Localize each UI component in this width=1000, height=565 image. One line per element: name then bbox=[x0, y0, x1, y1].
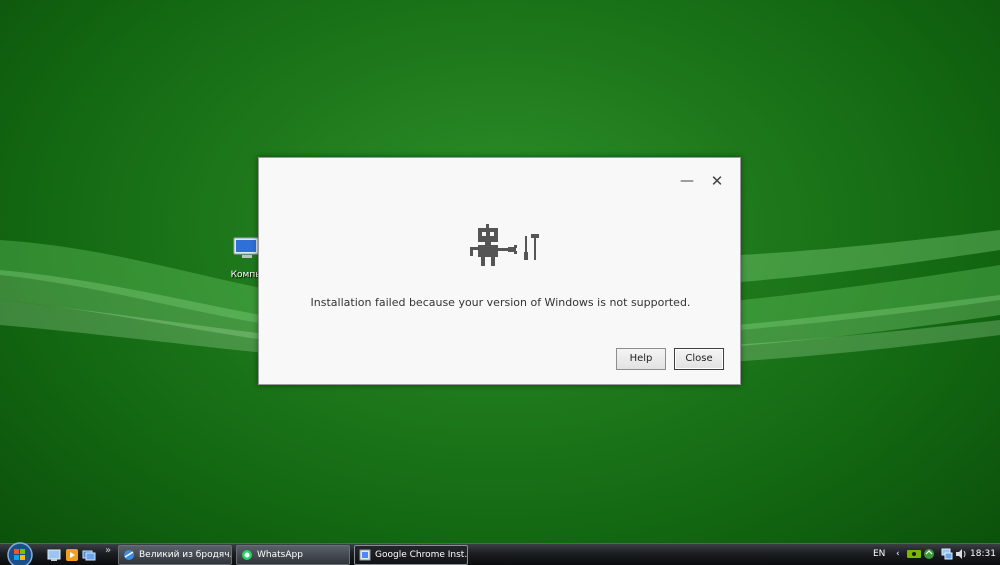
switch-windows-icon[interactable] bbox=[82, 548, 96, 562]
browser-icon bbox=[124, 550, 134, 560]
clock[interactable]: 18:31 bbox=[970, 549, 996, 559]
start-button[interactable] bbox=[4, 539, 36, 565]
task-label: WhatsApp bbox=[257, 550, 303, 560]
media-player-icon[interactable] bbox=[65, 548, 79, 562]
task-label: Google Chrome Inst... bbox=[375, 550, 468, 560]
task-button-chrome-installer[interactable]: Google Chrome Inst... bbox=[354, 545, 468, 565]
volume-icon[interactable] bbox=[955, 548, 967, 560]
help-button[interactable]: Help bbox=[616, 348, 666, 370]
robot-repair-icon bbox=[470, 224, 539, 266]
close-window-button[interactable]: ✕ bbox=[708, 172, 726, 190]
minimize-button[interactable]: — bbox=[678, 172, 696, 190]
task-button-whatsapp[interactable]: WhatsApp bbox=[236, 545, 350, 565]
task-label: Великий из бродяч... bbox=[139, 550, 232, 560]
update-icon[interactable] bbox=[923, 548, 935, 560]
close-button[interactable]: Close bbox=[674, 348, 724, 370]
nvidia-icon[interactable] bbox=[907, 548, 921, 560]
show-desktop-icon[interactable] bbox=[47, 548, 61, 562]
language-indicator[interactable]: EN bbox=[873, 549, 885, 559]
tray-expand-button[interactable]: ‹ bbox=[896, 549, 900, 559]
whatsapp-icon bbox=[242, 550, 252, 560]
quick-launch-overflow[interactable]: » bbox=[105, 545, 111, 556]
network-icon[interactable] bbox=[941, 548, 953, 560]
task-button-browser[interactable]: Великий из бродяч... bbox=[118, 545, 232, 565]
error-message: Installation failed because your version… bbox=[310, 296, 691, 309]
taskbar: » Великий из бродяч... WhatsApp Google C… bbox=[0, 542, 1000, 565]
installer-error-dialog: — ✕ Installation failed because your ver… bbox=[258, 157, 741, 385]
installer-icon bbox=[359, 549, 371, 561]
